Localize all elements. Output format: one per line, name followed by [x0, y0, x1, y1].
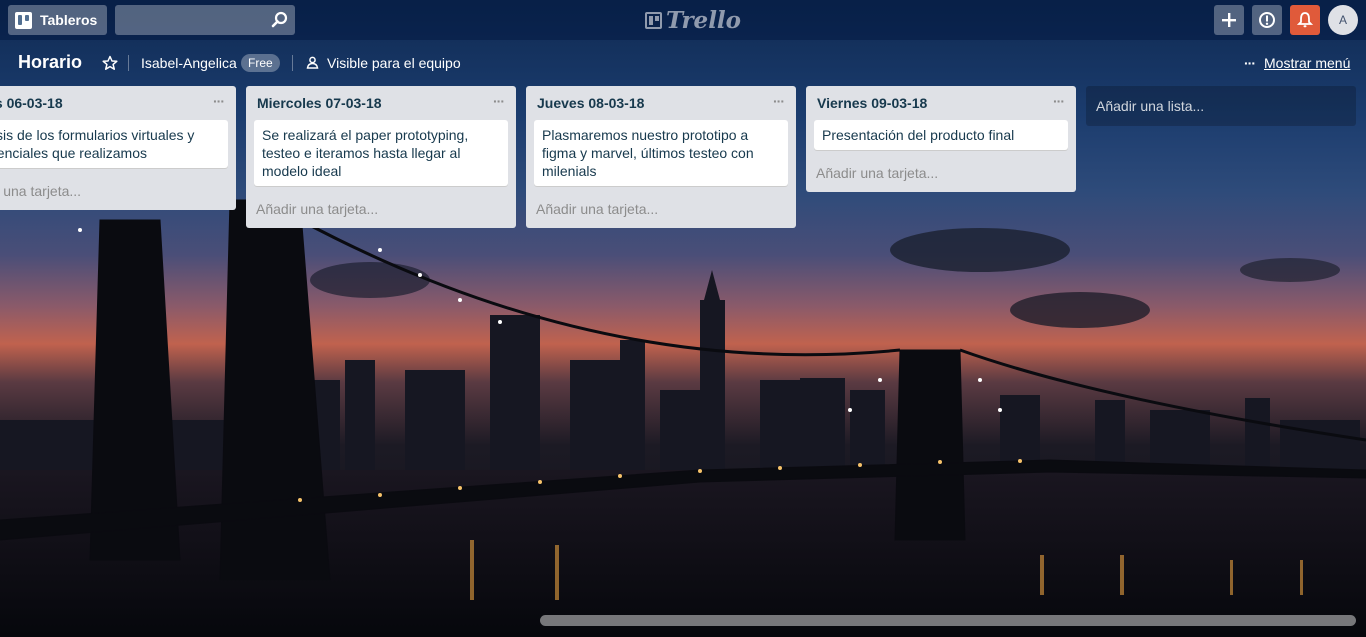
board-header: Horario Isabel-Angelica Free Visible par… [0, 40, 1366, 86]
list-header: Viernes 09-03-18 ··· [806, 86, 1076, 120]
bell-icon [1297, 12, 1313, 28]
list-menu-icon[interactable]: ··· [1053, 93, 1065, 109]
divider [128, 55, 129, 71]
info-icon [1259, 12, 1275, 28]
list-title[interactable]: Viernes 09-03-18 [817, 95, 927, 111]
list-title[interactable]: Miercoles 07-03-18 [257, 95, 382, 111]
list-column[interactable]: rtes 06-03-18 ··· alisis de los formular… [0, 86, 236, 210]
add-card-button[interactable]: Añadir una tarjeta... [246, 186, 516, 228]
list-menu-icon[interactable]: ··· [773, 93, 785, 109]
avatar-initial: A [1338, 13, 1347, 27]
more-icon[interactable]: ··· [1244, 55, 1256, 71]
visibility-button[interactable]: Visible para el equipo [327, 55, 461, 71]
list-title[interactable]: Jueves 08-03-18 [537, 95, 644, 111]
plus-icon [1222, 13, 1236, 27]
board-title[interactable]: Horario [18, 52, 82, 73]
trello-logo-text: Trello [666, 6, 742, 34]
divider [292, 55, 293, 71]
notifications-button[interactable] [1290, 5, 1320, 35]
show-menu-link[interactable]: Mostrar menú [1264, 55, 1350, 71]
star-icon[interactable] [102, 55, 118, 71]
avatar[interactable]: A [1328, 5, 1358, 35]
horizontal-scrollbar[interactable] [540, 615, 1356, 626]
list-header: Jueves 08-03-18 ··· [526, 86, 796, 120]
list-menu-icon[interactable]: ··· [493, 93, 505, 109]
card[interactable]: Plasmaremos nuestro prototipo a figma y … [534, 120, 788, 186]
search-icon[interactable] [271, 11, 289, 29]
boards-button[interactable]: Tableros [8, 5, 107, 35]
list-column[interactable]: Jueves 08-03-18 ··· Plasmaremos nuestro … [526, 86, 796, 228]
card[interactable]: alisis de los formularios virtuales y es… [0, 120, 228, 168]
team-visibility-icon [306, 56, 319, 69]
add-card-button[interactable]: adir una tarjeta... [0, 168, 236, 210]
info-button[interactable] [1252, 5, 1282, 35]
search-box[interactable] [115, 5, 295, 35]
add-list-button[interactable]: Añadir una lista... [1086, 86, 1356, 126]
free-badge: Free [241, 54, 280, 72]
trello-logo[interactable]: Trello [645, 6, 742, 34]
create-button[interactable] [1214, 5, 1244, 35]
card[interactable]: Se realizará el paper prototyping, teste… [254, 120, 508, 186]
team-name[interactable]: Isabel-Angelica [141, 55, 237, 71]
boards-icon [15, 11, 32, 29]
search-input[interactable] [115, 5, 295, 35]
add-card-button[interactable]: Añadir una tarjeta... [806, 150, 1076, 192]
card[interactable]: Presentación del producto final [814, 120, 1068, 150]
list-column[interactable]: Miercoles 07-03-18 ··· Se realizará el p… [246, 86, 516, 228]
trello-logo-icon [645, 11, 662, 29]
boards-button-label: Tableros [40, 12, 98, 28]
top-navigation-bar: Tableros Trello A [0, 0, 1366, 40]
list-header: Miercoles 07-03-18 ··· [246, 86, 516, 120]
list-menu-icon[interactable]: ··· [213, 93, 225, 109]
add-card-button[interactable]: Añadir una tarjeta... [526, 186, 796, 228]
list-title[interactable]: rtes 06-03-18 [0, 95, 63, 111]
list-header: rtes 06-03-18 ··· [0, 86, 236, 120]
list-column[interactable]: Viernes 09-03-18 ··· Presentación del pr… [806, 86, 1076, 192]
